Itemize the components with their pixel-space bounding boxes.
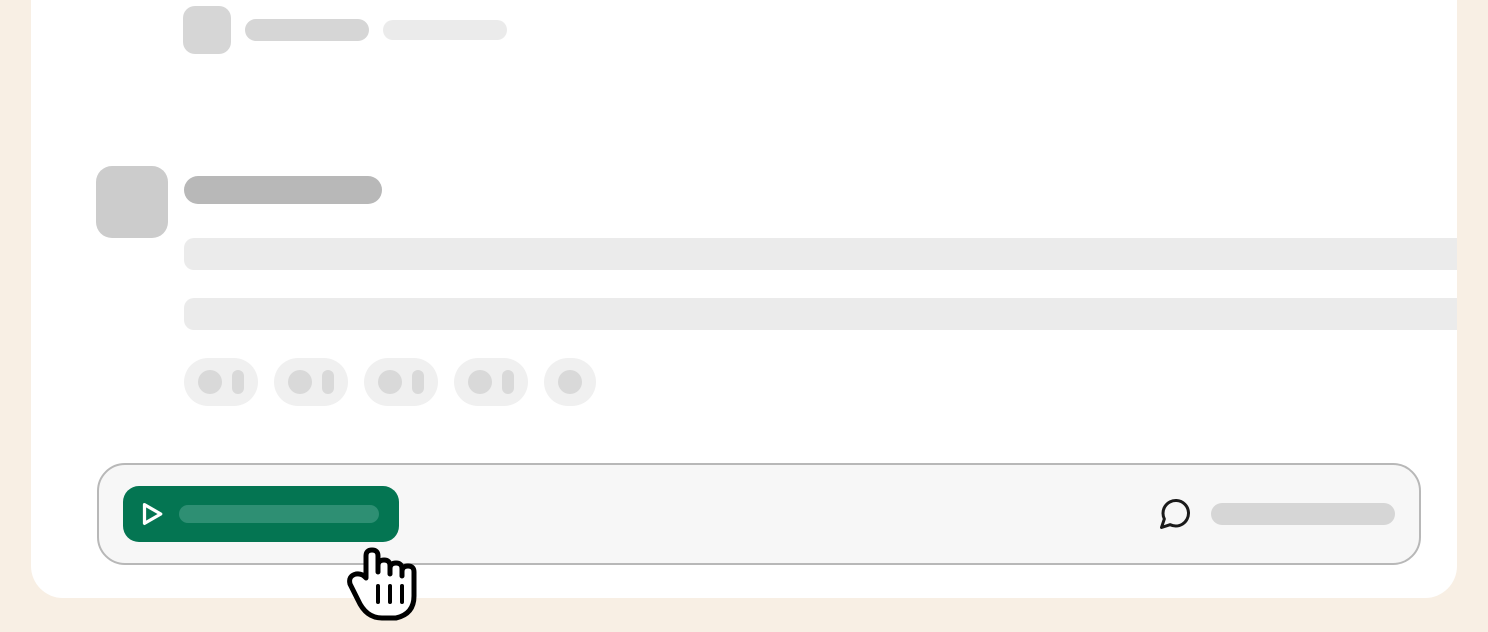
comment-icon xyxy=(1157,496,1193,532)
reaction-chip[interactable] xyxy=(454,358,528,406)
reaction-chip[interactable] xyxy=(184,358,258,406)
emoji-icon xyxy=(468,370,492,394)
reaction-count xyxy=(232,370,244,394)
emoji-icon xyxy=(198,370,222,394)
thread-reply-row xyxy=(183,6,507,54)
reactions-row xyxy=(184,358,596,406)
reaction-count xyxy=(412,370,424,394)
emoji-icon xyxy=(378,370,402,394)
emoji-icon xyxy=(288,370,312,394)
comment-area[interactable] xyxy=(1157,496,1395,532)
run-button-label xyxy=(179,505,379,523)
reply-meta-placeholder xyxy=(383,20,507,40)
comment-placeholder xyxy=(1211,503,1395,525)
post-author-placeholder xyxy=(184,176,382,204)
reaction-chip[interactable] xyxy=(274,358,348,406)
content-card xyxy=(31,0,1457,598)
avatar xyxy=(183,6,231,54)
run-button[interactable] xyxy=(123,486,399,542)
play-icon xyxy=(137,499,167,529)
reply-author-placeholder xyxy=(245,19,369,41)
post-body-line xyxy=(184,298,1457,330)
avatar xyxy=(96,166,168,238)
reaction-chip[interactable] xyxy=(364,358,438,406)
emoji-icon xyxy=(558,370,582,394)
reaction-count xyxy=(322,370,334,394)
post-body-line xyxy=(184,238,1457,270)
composer-bar xyxy=(97,463,1421,565)
reaction-count xyxy=(502,370,514,394)
add-reaction-chip[interactable] xyxy=(544,358,596,406)
